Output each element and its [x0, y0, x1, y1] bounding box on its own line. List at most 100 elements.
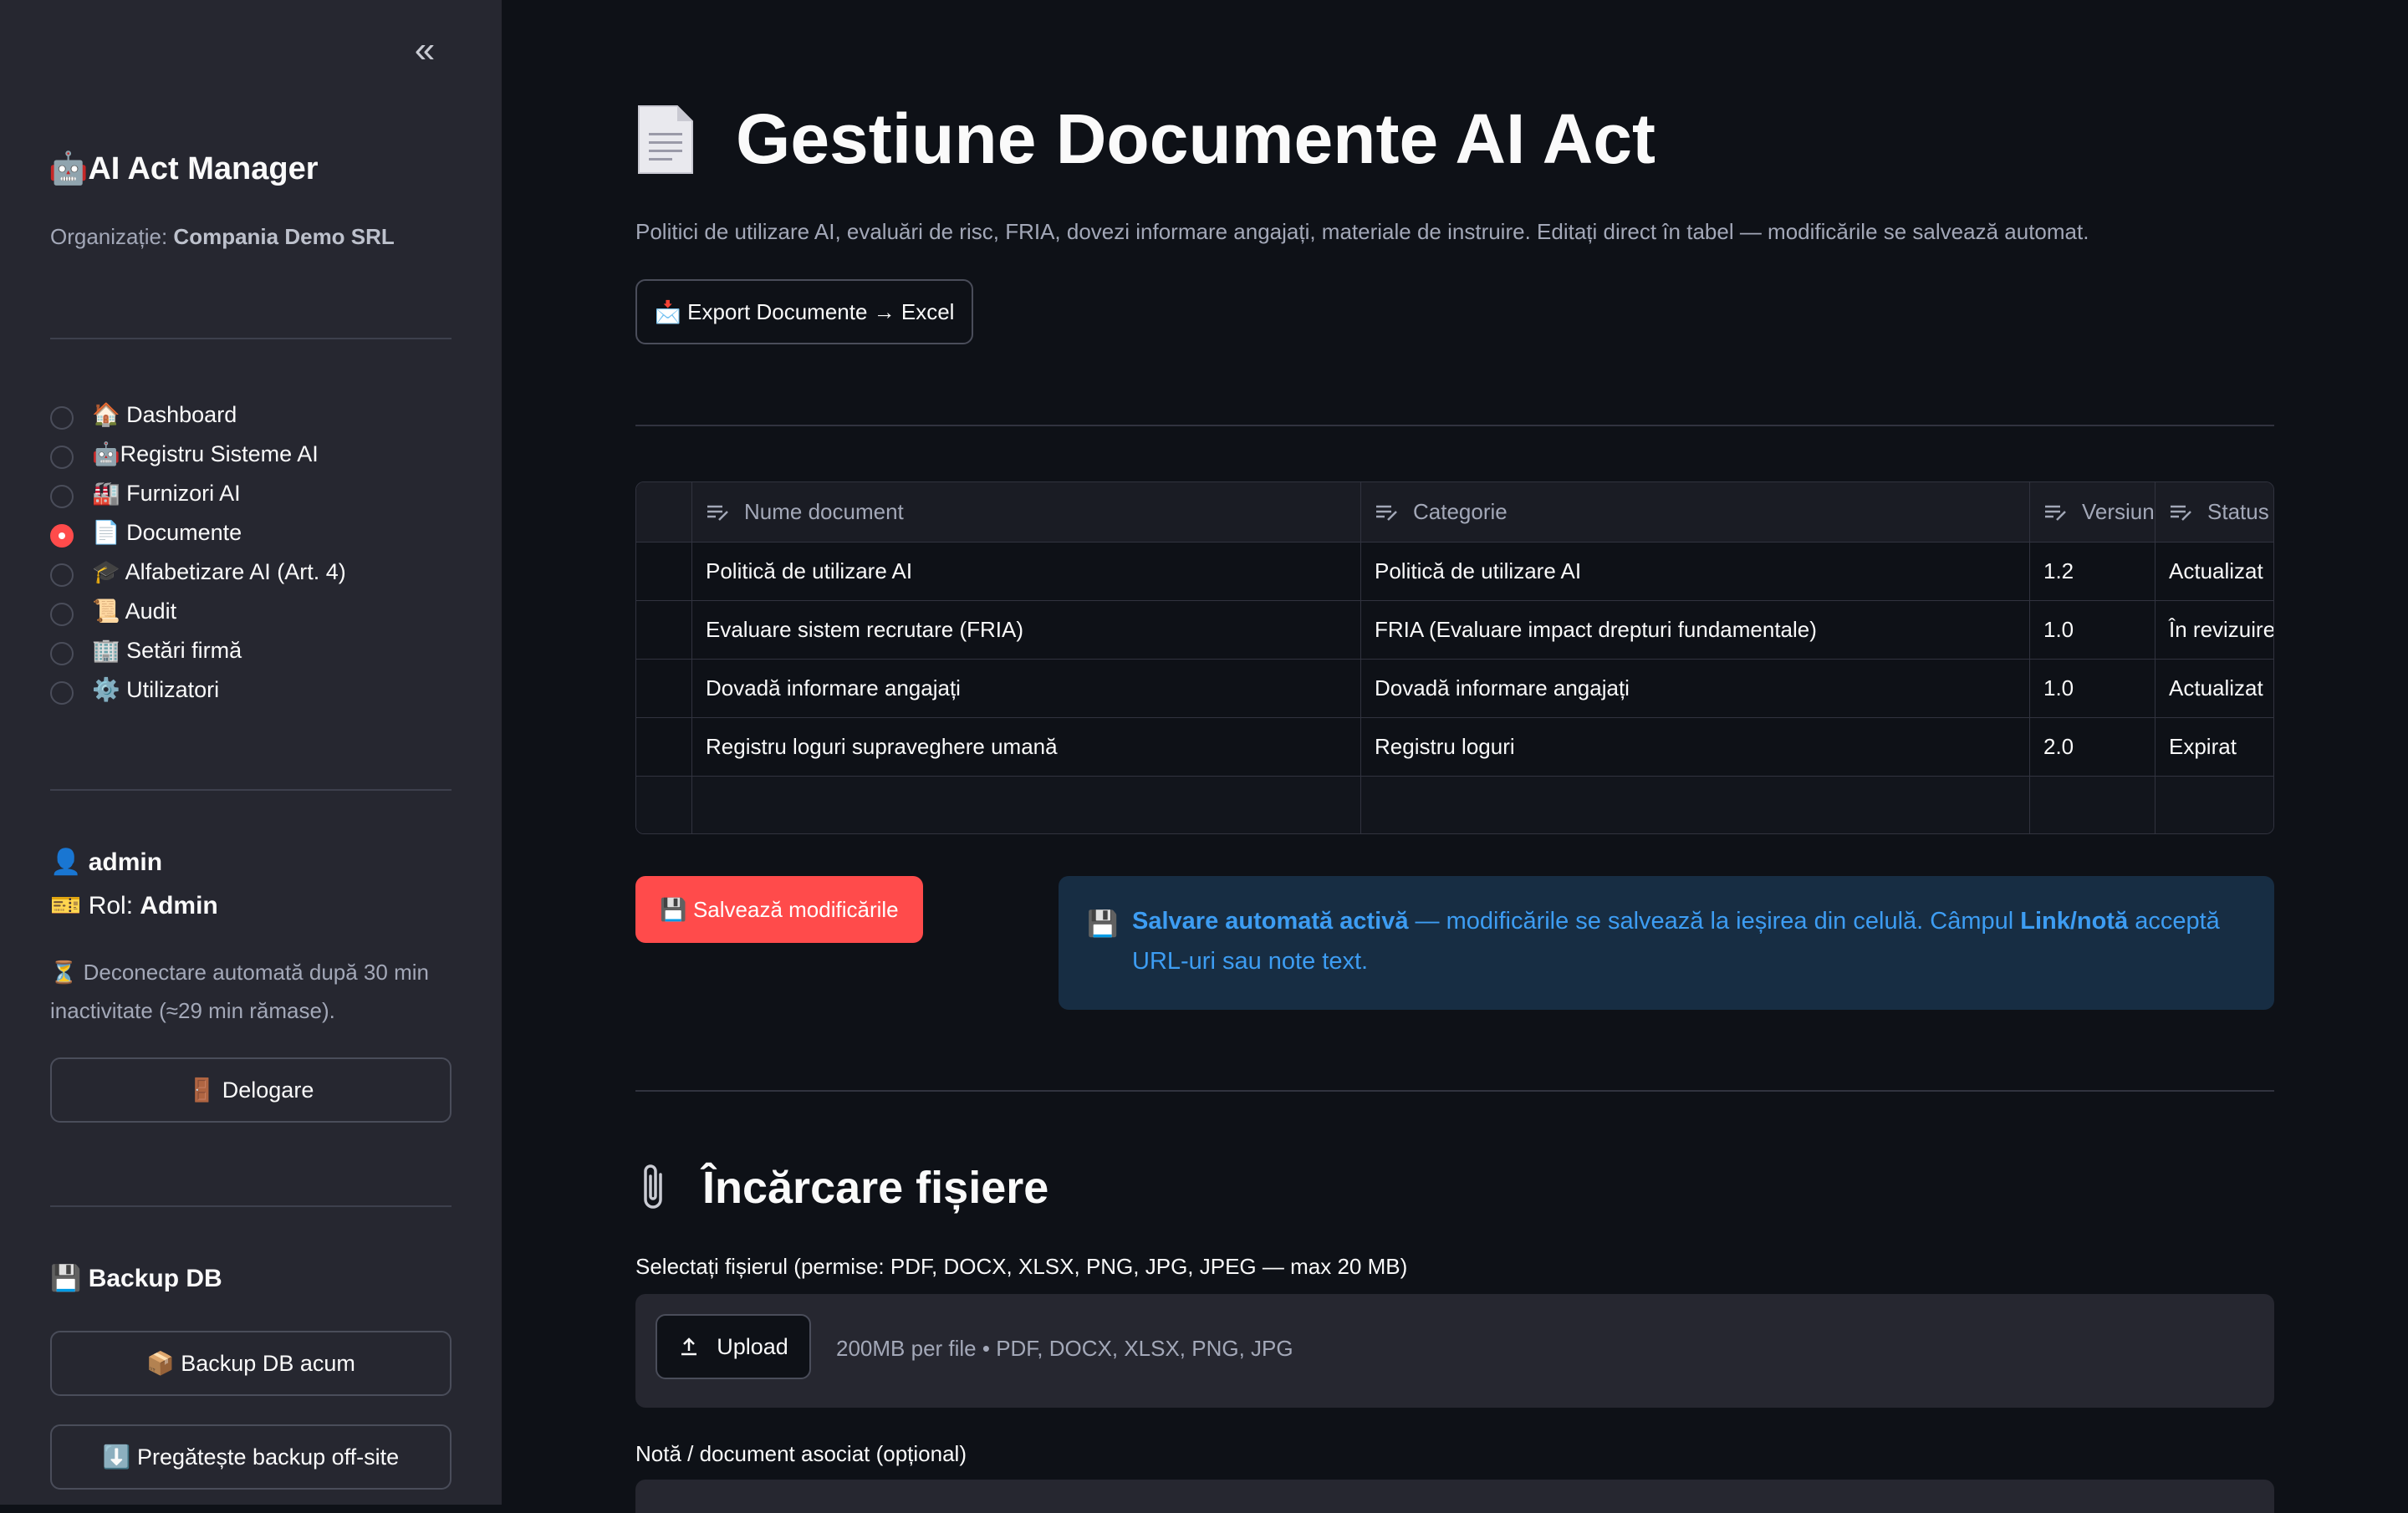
nav-label: 🎓 Alfabetizare AI (Art. 4): [92, 558, 346, 584]
nav-item-registru[interactable]: 🤖Registru Sisteme AI: [50, 434, 346, 473]
org-name: Compania Demo SRL: [173, 224, 395, 249]
page-subtitle: Politici de utilizare AI, evaluări de ri…: [635, 219, 2089, 244]
add-row-index[interactable]: [636, 777, 692, 833]
note-field-label: Notă / document asociat (opțional): [635, 1441, 967, 1466]
nav-item-documente[interactable]: 📄 Documente: [50, 512, 346, 552]
add-row-cell[interactable]: [2030, 777, 2155, 833]
nav-item-setari-firma[interactable]: 🏢 Setări firmă: [50, 630, 346, 670]
nav-label: 🏭 Furnizori AI: [92, 480, 241, 506]
auto-logout-note: ⏳ Deconectare automată după 30 min inact…: [50, 960, 429, 1023]
row-index-cell[interactable]: [636, 543, 692, 601]
column-header-label: Status: [2207, 499, 2269, 524]
logout-button[interactable]: 🚪 Delogare: [50, 1057, 452, 1123]
main-divider: [635, 1090, 2274, 1092]
column-header-status[interactable]: Status: [2155, 482, 2273, 543]
sidebar-divider: [50, 1205, 452, 1207]
table-cell[interactable]: Politică de utilizare AI: [692, 543, 1361, 601]
table-cell[interactable]: FRIA (Evaluare impact drepturi fundament…: [1361, 601, 2030, 660]
nav-label: 🏢 Setări firmă: [92, 637, 242, 663]
user-role-line: 🎫 Rol: Admin: [50, 891, 218, 920]
info-bold-link: Link/notă: [2020, 908, 2129, 935]
paperclip-icon: [644, 1164, 662, 1209]
document-icon: [635, 103, 696, 176]
add-row-cell[interactable]: [2155, 777, 2273, 833]
table-cell[interactable]: Registru loguri supraveghere umană: [692, 718, 1361, 777]
role-label: Rol:: [88, 892, 134, 920]
row-index-header: [636, 482, 692, 543]
column-header-categorie[interactable]: Categorie: [1361, 482, 2030, 543]
upload-icon: [681, 1337, 697, 1356]
column-header-versiune[interactable]: Versiun: [2030, 482, 2155, 543]
info-text: — modificările se salvează la ieșirea di…: [1408, 908, 2021, 935]
upload-section-title: Încărcare fișiere: [635, 1162, 1048, 1214]
nav-item-audit[interactable]: 📜 Audit: [50, 591, 346, 630]
table-cell[interactable]: 1.0: [2030, 601, 2155, 660]
nav-item-alfabetizare[interactable]: 🎓 Alfabetizare AI (Art. 4): [50, 552, 346, 591]
org-label: Organizație:: [50, 224, 168, 249]
user-name: admin: [88, 848, 163, 876]
column-header-label: Categorie: [1413, 499, 1508, 524]
table-cell[interactable]: Evaluare sistem recrutare (FRIA): [692, 601, 1361, 660]
save-changes-button[interactable]: 💾 Salvează modificările: [635, 876, 923, 943]
row-index-cell[interactable]: [636, 718, 692, 777]
backup-offsite-button[interactable]: ⬇️ Pregătește backup off-site: [50, 1424, 452, 1490]
autosave-info-box: 💾 Salvare automată activă — modificările…: [1059, 876, 2274, 1010]
user-name-line: 👤 admin: [50, 848, 162, 877]
radio-icon[interactable]: [50, 680, 74, 705]
edit-column-icon: [1376, 505, 1397, 521]
table-cell[interactable]: Dovadă informare angajați: [692, 660, 1361, 718]
column-header-nume[interactable]: Nume document: [692, 482, 1361, 543]
note-textarea[interactable]: [635, 1480, 2274, 1513]
table-cell[interactable]: Dovadă informare angajați: [1361, 660, 2030, 718]
documents-table: Nume document Categorie Versiun Status P…: [635, 481, 2274, 834]
column-header-label: Nume document: [744, 499, 904, 524]
table-cell[interactable]: Actualizat: [2155, 543, 2273, 601]
radio-icon[interactable]: [50, 641, 74, 665]
radio-icon[interactable]: [50, 484, 74, 508]
radio-selected-icon[interactable]: [50, 523, 74, 548]
sidebar-divider: [50, 789, 452, 791]
radio-icon[interactable]: [50, 563, 74, 587]
nav-item-dashboard[interactable]: 🏠 Dashboard: [50, 395, 346, 434]
column-header-label: Versiun: [2082, 499, 2155, 524]
nav-label: ⚙️ Utilizatori: [92, 676, 220, 702]
radio-icon[interactable]: [50, 405, 74, 430]
table-cell[interactable]: În revizuire: [2155, 601, 2273, 660]
sidebar-divider: [50, 338, 452, 339]
role-ticket-icon: 🎫: [50, 892, 82, 920]
radio-icon[interactable]: [50, 602, 74, 626]
edit-column-icon: [2045, 505, 2066, 521]
add-row-cell[interactable]: [692, 777, 1361, 833]
nav-label: 📜 Audit: [92, 598, 177, 624]
edit-column-icon: [707, 505, 728, 521]
table-cell[interactable]: Expirat: [2155, 718, 2273, 777]
file-select-label: Selectați fișierul (permise: PDF, DOCX, …: [635, 1254, 1408, 1279]
collapse-sidebar-icon[interactable]: «: [408, 32, 441, 69]
row-index-cell[interactable]: [636, 601, 692, 660]
floppy-disk-icon: 💾: [1087, 910, 1119, 938]
row-index-cell[interactable]: [636, 660, 692, 718]
radio-icon[interactable]: [50, 445, 74, 469]
table-cell[interactable]: Politică de utilizare AI: [1361, 543, 2030, 601]
table-cell[interactable]: 1.2: [2030, 543, 2155, 601]
export-excel-button[interactable]: 📩 Export Documente → Excel: [635, 279, 973, 344]
info-bold-autosave: Salvare automată activă: [1132, 908, 1409, 935]
add-row-cell[interactable]: [1361, 777, 2030, 833]
organization-line: Organizație: Compania Demo SRL: [50, 224, 395, 250]
page-title: Gestiune Documente AI Act: [635, 99, 1656, 180]
user-icon: 👤: [50, 848, 82, 876]
nav-label: 🤖Registru Sisteme AI: [92, 441, 319, 466]
nav-radio-group: 🏠 Dashboard 🤖Registru Sisteme AI 🏭 Furni…: [50, 395, 346, 709]
file-dropzone[interactable]: Upload 200MB per file • PDF, DOCX, XLSX,…: [635, 1294, 2274, 1408]
nav-item-furnizori[interactable]: 🏭 Furnizori AI: [50, 473, 346, 512]
nav-item-utilizatori[interactable]: ⚙️ Utilizatori: [50, 670, 346, 709]
table-cell[interactable]: 2.0: [2030, 718, 2155, 777]
backup-now-button[interactable]: 📦 Backup DB acum: [50, 1331, 452, 1396]
nav-label: 🏠 Dashboard: [92, 401, 237, 427]
table-cell[interactable]: Actualizat: [2155, 660, 2273, 718]
upload-button[interactable]: Upload: [656, 1314, 811, 1379]
table-cell[interactable]: Registru loguri: [1361, 718, 2030, 777]
app-title: 🤖AI Act Manager: [48, 151, 319, 186]
upload-button-label: Upload: [717, 1333, 788, 1359]
table-cell[interactable]: 1.0: [2030, 660, 2155, 718]
